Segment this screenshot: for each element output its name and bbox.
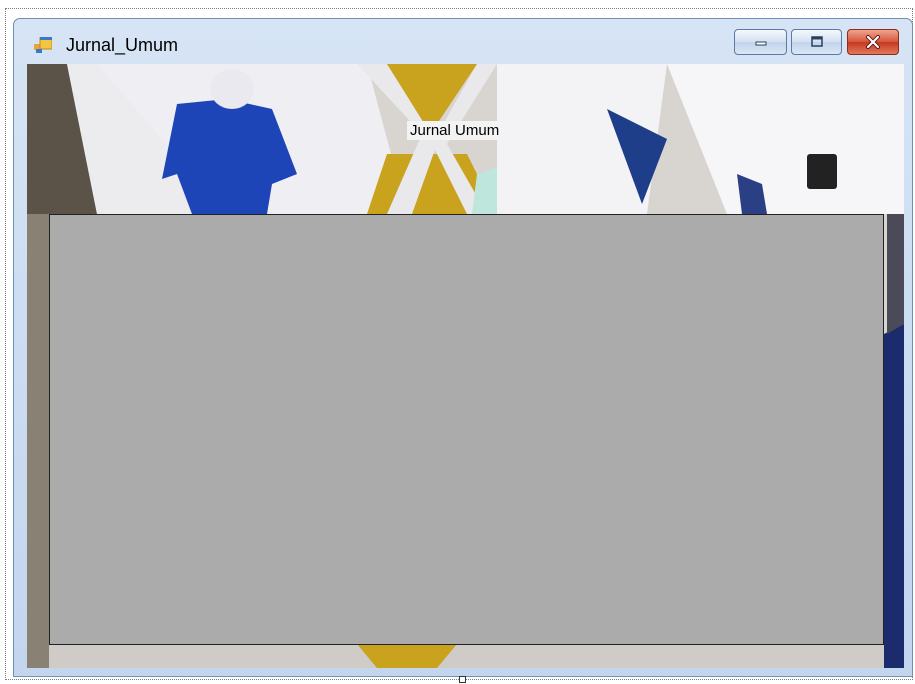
form-icon	[34, 37, 52, 53]
resize-handle[interactable]	[459, 676, 466, 683]
header-label: Jurnal Umum	[407, 121, 503, 140]
form-client-area: Jurnal Umum	[27, 64, 904, 668]
maximize-button[interactable]	[791, 29, 842, 55]
window-title: Jurnal_Umum	[66, 35, 179, 55]
title-bar[interactable]: Jurnal_Umum	[14, 19, 912, 64]
minimize-button[interactable]	[734, 29, 787, 55]
close-icon	[866, 35, 880, 49]
close-button[interactable]	[847, 29, 899, 55]
journal-data-grid[interactable]	[49, 214, 884, 645]
maximize-icon	[810, 36, 823, 47]
form-window: Jurnal_Umum Jurnal Umum	[13, 18, 913, 677]
minimize-icon	[755, 41, 766, 46]
